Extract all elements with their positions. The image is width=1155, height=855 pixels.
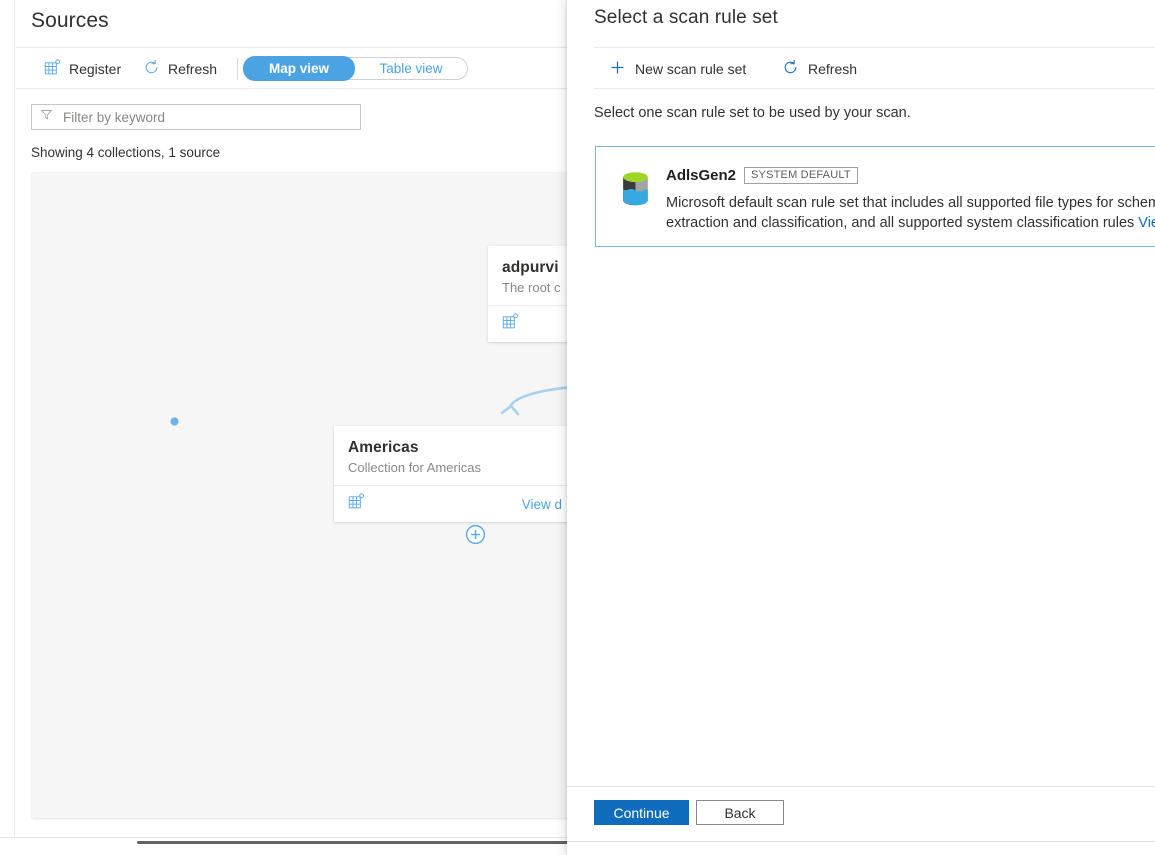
panel-refresh-button[interactable]: Refresh	[774, 48, 865, 89]
collection-node-dot	[170, 417, 179, 426]
collection-view-details-link[interactable]: View d	[522, 497, 562, 512]
register-button-label: Register	[69, 61, 121, 77]
filter-box[interactable]	[31, 104, 361, 130]
continue-button[interactable]: Continue	[594, 800, 689, 825]
plus-icon	[609, 59, 626, 79]
grid-plus-icon[interactable]	[502, 313, 519, 335]
grid-plus-icon	[44, 59, 61, 79]
description-line-2: extraction and classification, and all s…	[666, 215, 1138, 231]
refresh-icon	[782, 59, 799, 79]
collection-description: Collection for Americas	[348, 460, 562, 475]
scan-rule-set-name: AdlsGen2	[666, 167, 736, 184]
plus-circle-icon[interactable]	[465, 524, 486, 545]
new-scan-rule-set-button[interactable]: New scan rule set	[601, 48, 754, 89]
scan-rule-set-panel: Select a scan rule set New scan rule set	[567, 0, 1155, 855]
register-button[interactable]: Register	[34, 48, 131, 89]
scan-rule-set-description: Microsoft default scan rule set that inc…	[666, 193, 1155, 233]
refresh-icon	[143, 59, 160, 79]
collection-card-americas[interactable]: Americas Collection for Americas	[334, 426, 576, 522]
status-text: Showing 4 collections, 1 source	[31, 145, 220, 160]
new-scan-rule-set-label: New scan rule set	[635, 61, 746, 77]
app-root: Sources Register	[0, 0, 1155, 855]
grid-plus-icon[interactable]	[348, 493, 365, 515]
refresh-button-label: Refresh	[168, 61, 217, 77]
panel-bottom-divider	[567, 841, 1155, 842]
tab-table-view[interactable]: Table view	[355, 57, 467, 80]
toolbar-divider	[237, 58, 238, 80]
view-toggle-group: Map view Table view	[243, 57, 468, 80]
left-nav-rail	[0, 0, 15, 838]
view-details-link[interactable]: Vie	[1138, 215, 1155, 231]
refresh-button[interactable]: Refresh	[133, 48, 227, 89]
adls-gen2-storage-icon	[619, 171, 652, 207]
collection-card-footer: View d	[334, 485, 576, 522]
description-line-1: Microsoft default scan rule set that inc…	[666, 195, 1155, 211]
collection-name: Americas	[348, 439, 562, 457]
tab-map-view[interactable]: Map view	[243, 56, 355, 81]
page-title: Sources	[31, 9, 109, 33]
status-badge: SYSTEM DEFAULT	[744, 167, 858, 184]
scan-rule-set-card-adlsgen2[interactable]: AdlsGen2 SYSTEM DEFAULT Microsoft defaul…	[595, 146, 1155, 247]
panel-command-bar: New scan rule set Refresh	[594, 48, 1155, 89]
panel-instruction: Select one scan rule set to be used by y…	[594, 105, 911, 121]
collection-card-body: Americas Collection for Americas	[334, 426, 576, 485]
back-button[interactable]: Back	[696, 800, 784, 825]
panel-footer-divider	[567, 786, 1155, 787]
funnel-filter-icon	[40, 108, 53, 126]
filter-input[interactable]	[61, 109, 352, 126]
panel-title: Select a scan rule set	[594, 7, 778, 29]
panel-refresh-label: Refresh	[808, 61, 857, 77]
